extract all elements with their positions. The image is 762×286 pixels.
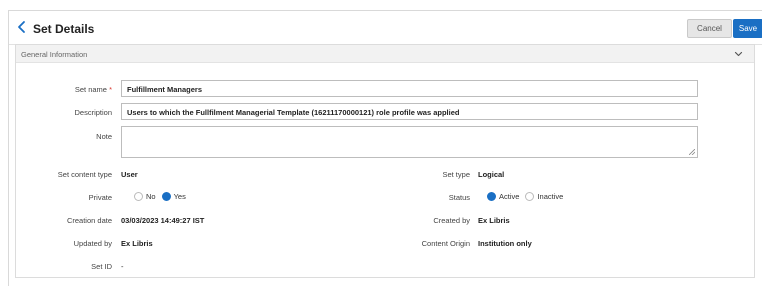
- chevron-left-icon[interactable]: [15, 20, 29, 34]
- status-radio-group: Active Inactive: [487, 192, 569, 201]
- private-option-no[interactable]: No: [134, 192, 156, 201]
- chevron-down-icon[interactable]: [734, 50, 743, 58]
- creation-date-value: 03/03/2023 14:49:27 IST: [121, 216, 205, 225]
- required-marker: *: [109, 85, 112, 94]
- updated-by-label: Updated by: [73, 239, 112, 248]
- section-title: General Information: [21, 50, 88, 59]
- resize-handle-icon[interactable]: [689, 149, 695, 155]
- created-by-label: Created by: [433, 216, 470, 225]
- set-content-type-label: Set content type: [57, 170, 112, 179]
- created-by-value: Ex Libris: [478, 216, 510, 225]
- private-option-yes-label: Yes: [173, 192, 186, 201]
- creation-date-label: Creation date: [66, 216, 112, 225]
- general-information-section: General Information Set name * Fulfillme…: [15, 44, 755, 278]
- set-id-label: Set ID: [91, 262, 112, 271]
- content-origin-label: Content Origin: [421, 239, 470, 248]
- set-content-type-value: User: [121, 170, 138, 179]
- section-header[interactable]: General Information: [16, 45, 754, 63]
- radio-active[interactable]: [487, 192, 496, 201]
- private-radio-group: No Yes: [134, 192, 192, 201]
- description-input[interactable]: Users to which the Fullfilment Manageria…: [121, 103, 698, 120]
- note-textarea[interactable]: [121, 126, 698, 158]
- radio-yes[interactable]: [161, 192, 171, 201]
- private-label: Private: [88, 193, 112, 202]
- status-label: Status: [448, 193, 470, 202]
- set-id-value: -: [121, 262, 124, 271]
- set-name-input[interactable]: Fulfillment Managers: [121, 80, 698, 97]
- set-type-label: Set type: [442, 170, 470, 179]
- radio-no[interactable]: [134, 192, 143, 201]
- content-origin-value: Institution only: [478, 239, 532, 248]
- status-option-inactive[interactable]: Inactive: [525, 192, 563, 201]
- updated-by-value: Ex Libris: [121, 239, 153, 248]
- note-label: Note: [96, 132, 112, 141]
- radio-inactive[interactable]: [525, 192, 535, 201]
- status-option-inactive-label: Inactive: [537, 192, 564, 201]
- set-type-value: Logical: [478, 170, 505, 179]
- set-name-label: Set name *: [36, 85, 112, 94]
- status-option-active[interactable]: Active: [487, 192, 519, 201]
- status-option-active-label: Active: [499, 192, 520, 201]
- page-title: Set Details: [33, 22, 95, 36]
- save-button[interactable]: Save: [733, 19, 762, 38]
- cancel-button[interactable]: Cancel: [687, 19, 732, 38]
- page-header: Set Details Cancel Save: [9, 11, 762, 45]
- private-option-no-label: No: [146, 192, 156, 201]
- description-label: Description: [74, 108, 112, 117]
- private-option-yes[interactable]: Yes: [161, 192, 186, 201]
- set-name-label-text: Set name: [74, 85, 107, 94]
